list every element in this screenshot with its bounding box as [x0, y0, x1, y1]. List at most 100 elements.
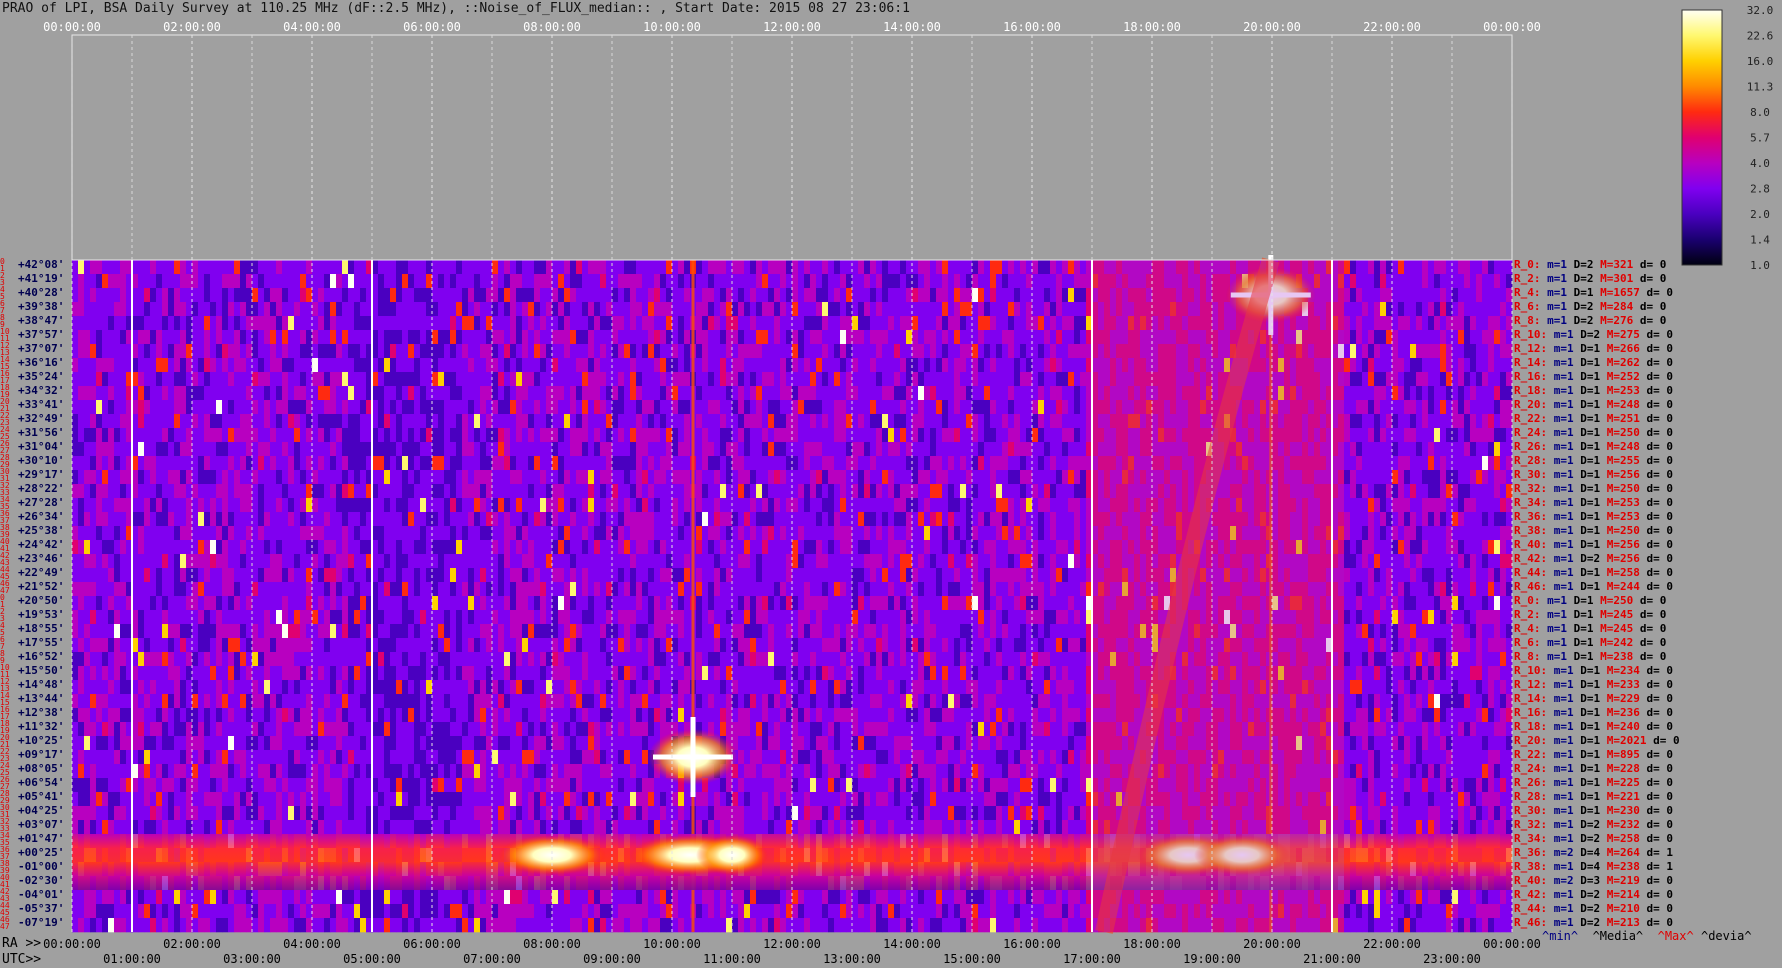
heatmap-cell: [168, 344, 175, 359]
heatmap-cell: [1494, 330, 1501, 345]
heatmap-cell: [354, 274, 361, 289]
heatmap-cell: [564, 344, 571, 359]
heatmap-cell: [678, 344, 685, 359]
heatmap-cell: [654, 386, 661, 401]
heatmap-cell: [1044, 330, 1051, 345]
heatmap-cell: [570, 442, 577, 457]
heatmap-cell: [1380, 302, 1387, 317]
heatmap-cell: [798, 428, 805, 443]
heatmap-cell: [924, 414, 931, 429]
heatmap-cell: [528, 512, 535, 527]
heatmap-cell: [990, 302, 997, 317]
heatmap-cell: [738, 316, 745, 331]
heatmap-cell: [762, 260, 769, 275]
heatmap-cell: [858, 316, 865, 331]
heatmap-cell: [360, 470, 367, 485]
heatmap-cell: [324, 512, 331, 527]
heatmap-cell: [1470, 456, 1477, 471]
heatmap-cell: [540, 358, 547, 373]
heatmap-cell: [1494, 526, 1501, 541]
heatmap-cell: [600, 498, 607, 513]
heatmap-cell: [1350, 498, 1357, 513]
heatmap-cell: [600, 344, 607, 359]
heatmap-cell: [378, 344, 385, 359]
heatmap-cell: [918, 484, 925, 499]
heatmap-cell: [780, 470, 787, 485]
heatmap-cell: [1002, 358, 1009, 373]
heatmap-cell: [246, 526, 253, 541]
heatmap-cell: [702, 344, 709, 359]
heatmap-cell: [438, 316, 445, 331]
heatmap-cell: [864, 484, 871, 499]
heatmap-cell: [630, 330, 637, 345]
heatmap-cell: [144, 344, 151, 359]
heatmap-cell: [378, 540, 385, 555]
heatmap-cell: [474, 414, 481, 429]
heatmap-cell: [1014, 316, 1021, 331]
heatmap-cell: [978, 484, 985, 499]
heatmap-cell: [732, 414, 739, 429]
heatmap-cell: [720, 442, 727, 457]
heatmap-cell: [216, 442, 223, 457]
heatmap-cell: [1020, 470, 1027, 485]
heatmap-cell: [1014, 260, 1021, 275]
heatmap-cell: [642, 484, 649, 499]
heatmap-cell: [684, 330, 691, 345]
heatmap-cell: [1410, 344, 1417, 359]
heatmap-cell: [120, 512, 127, 527]
heatmap-cell: [318, 344, 325, 359]
heatmap-cell: [468, 484, 475, 499]
heatmap-cell: [738, 442, 745, 457]
heatmap-cell: [432, 386, 439, 401]
heatmap-cell: [792, 358, 799, 373]
heatmap-cell: [324, 386, 331, 401]
heatmap-cell: [1476, 344, 1483, 359]
heatmap-cell: [774, 512, 781, 527]
heatmap-cell: [1362, 456, 1369, 471]
heatmap-cell: [1458, 456, 1465, 471]
heatmap-cell: [1050, 330, 1057, 345]
heatmap-cell: [1422, 428, 1429, 443]
heatmap-cell: [1056, 358, 1063, 373]
heatmap-cell: [1056, 470, 1063, 485]
heatmap-cell: [1434, 344, 1441, 359]
heatmap-cell: [252, 442, 259, 457]
heatmap-cell: [600, 288, 607, 303]
heatmap-cell: [1416, 512, 1423, 527]
heatmap-cell: [978, 302, 985, 317]
heatmap-cell: [990, 470, 997, 485]
heatmap-cell: [1038, 274, 1045, 289]
heatmap-cell: [1404, 358, 1411, 373]
heatmap-cell: [840, 344, 847, 359]
heatmap-cell: [1416, 358, 1423, 373]
heatmap-cell: [432, 358, 439, 373]
heatmap-cell: [1386, 302, 1393, 317]
heatmap-cell: [666, 288, 673, 303]
heatmap-cell: [432, 302, 439, 317]
heatmap-cell: [1020, 372, 1027, 387]
heatmap-cell: [1416, 274, 1423, 289]
heatmap-cell: [894, 414, 901, 429]
heatmap-cell: [768, 442, 775, 457]
heatmap-cell: [252, 526, 259, 541]
heatmap-cell: [906, 456, 913, 471]
heatmap-cell: [90, 372, 97, 387]
heatmap-cell: [726, 400, 733, 415]
heatmap-cell: [612, 414, 619, 429]
heatmap-cell: [312, 470, 319, 485]
heatmap-cell: [978, 316, 985, 331]
heatmap-cell: [1080, 400, 1087, 415]
heatmap-cell: [792, 512, 799, 527]
heatmap-cell: [1410, 512, 1417, 527]
heatmap-cell: [210, 274, 217, 289]
heatmap-cell: [792, 372, 799, 387]
heatmap-cell: [738, 428, 745, 443]
heatmap-cell: [216, 344, 223, 359]
heatmap-cell: [870, 414, 877, 429]
heatmap-cell: [1500, 372, 1507, 387]
heatmap-cell: [198, 400, 205, 415]
heatmap-cell: [1428, 400, 1435, 415]
heatmap-cell: [600, 400, 607, 415]
heatmap-cell: [318, 526, 325, 541]
heatmap-cell: [330, 456, 337, 471]
